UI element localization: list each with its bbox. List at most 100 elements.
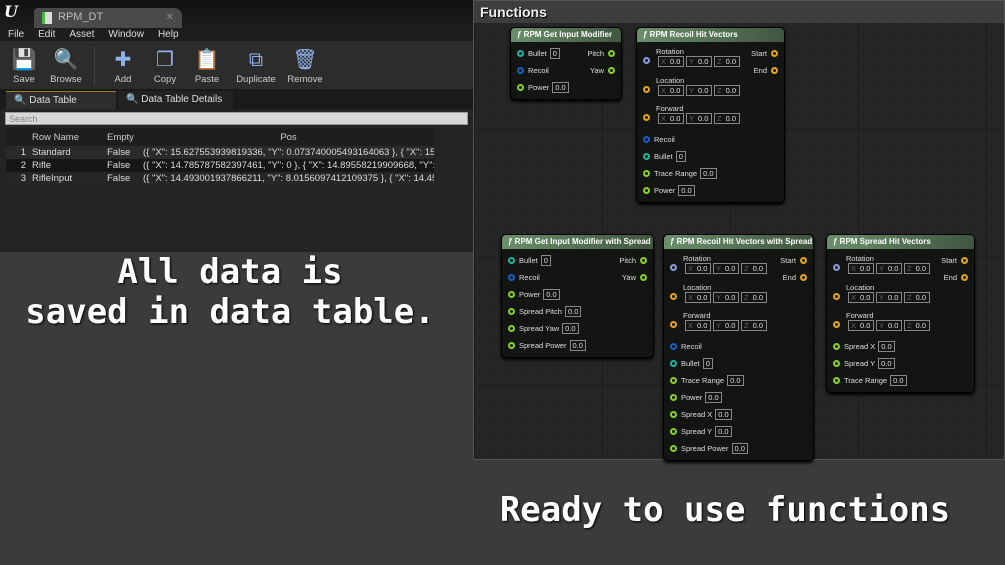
input-pin-icon[interactable] <box>670 321 677 328</box>
copy-button[interactable]: ❐ Copy <box>147 46 183 85</box>
value-field[interactable]: 0.0 <box>678 184 695 196</box>
function-node[interactable]: ƒ RPM Recoil Hit Vectors with Spread Rota… <box>663 234 814 461</box>
tab-data-table[interactable]: 🔍 Data Table <box>6 91 116 109</box>
browse-button[interactable]: 🔍 Browse <box>48 46 84 85</box>
input-pin-icon[interactable] <box>517 84 524 91</box>
value-field[interactable]: 0.0 <box>727 374 744 386</box>
vector-z-field[interactable]: Z 0.0 <box>904 320 930 331</box>
value-field[interactable]: 0 <box>549 48 560 59</box>
output-pin-icon[interactable] <box>640 257 647 264</box>
value-field[interactable]: 0.0 <box>543 289 560 300</box>
table-row[interactable]: 2 Rifle False({ "X": 14.785787582397461, "… <box>6 159 434 172</box>
input-pin-icon[interactable] <box>508 291 515 298</box>
column-header[interactable]: Empty <box>107 128 143 146</box>
output-pin-icon[interactable] <box>961 274 968 281</box>
input-pin-icon[interactable] <box>643 186 650 194</box>
value-field[interactable]: 0.0 <box>562 323 579 334</box>
table-row[interactable]: 3 RifleInput False({ "X": 14.4930019378662… <box>6 172 434 185</box>
input-pin-icon[interactable] <box>670 393 677 401</box>
menu-help[interactable]: Help <box>158 28 179 41</box>
value-field[interactable]: 0.0 <box>552 82 569 93</box>
input-pin-icon[interactable] <box>643 114 650 121</box>
duplicate-button[interactable]: ⧉ Duplicate <box>231 46 281 85</box>
value-field[interactable]: 0.0 <box>569 340 586 351</box>
search-input[interactable]: Search <box>5 112 468 125</box>
menu-edit[interactable]: Edit <box>38 28 55 41</box>
tab-data-table-details[interactable]: 🔍 Data Table Details <box>118 91 233 109</box>
vector-z-field[interactable]: Z 0.0 <box>741 291 767 303</box>
vector-x-field[interactable]: X 0.0 <box>848 263 874 274</box>
input-pin-icon[interactable] <box>643 85 650 93</box>
vector-z-field[interactable]: Z 0.0 <box>904 263 930 274</box>
input-pin-icon[interactable] <box>670 264 677 271</box>
value-field[interactable]: 0.0 <box>700 167 717 179</box>
input-pin-icon[interactable] <box>508 308 515 315</box>
document-tab[interactable]: RPM_DT ✕ <box>34 8 182 28</box>
value-field[interactable]: 0 <box>702 357 713 369</box>
vector-z-field[interactable]: Z 0.0 <box>714 113 740 124</box>
vector-x-field[interactable]: X 0.0 <box>848 320 874 331</box>
input-pin-icon[interactable] <box>643 135 650 143</box>
vector-x-field[interactable]: X 0.0 <box>658 56 684 67</box>
input-pin-icon[interactable] <box>508 274 515 281</box>
value-field[interactable]: 0.0 <box>705 391 722 403</box>
function-node[interactable]: ƒ RPM Get Input Modifier with Spread Bull… <box>501 234 654 358</box>
input-pin-icon[interactable] <box>833 342 840 350</box>
output-pin-icon[interactable] <box>608 67 615 74</box>
input-pin-icon[interactable] <box>508 325 515 332</box>
column-header[interactable] <box>6 128 32 146</box>
vector-y-field[interactable]: Y 0.0 <box>686 56 712 67</box>
input-pin-icon[interactable] <box>643 152 650 160</box>
add-button[interactable]: ✚ Add <box>105 46 141 85</box>
input-pin-icon[interactable] <box>670 292 677 300</box>
function-node[interactable]: ƒ RPM Recoil Hit Vectors Rotation X 0.0 Y 0.0… <box>636 27 785 203</box>
output-pin-icon[interactable] <box>800 257 807 264</box>
menu-asset[interactable]: Asset <box>69 28 94 41</box>
vector-x-field[interactable]: X 0.0 <box>658 84 684 96</box>
output-pin-icon[interactable] <box>771 50 778 57</box>
input-pin-icon[interactable] <box>670 342 677 350</box>
value-field[interactable]: 0.0 <box>731 442 748 454</box>
input-pin-icon[interactable] <box>833 359 840 367</box>
column-header[interactable]: Row Name <box>32 128 107 146</box>
vector-x-field[interactable]: X 0.0 <box>848 291 874 303</box>
remove-button[interactable]: 🗑 Remove <box>287 46 323 85</box>
output-pin-icon[interactable] <box>640 274 647 281</box>
value-field[interactable]: 0.0 <box>878 340 895 352</box>
function-node[interactable]: ƒ RPM Spread Hit Vectors Rotation X 0.0 Y 0.0… <box>826 234 975 393</box>
vector-x-field[interactable]: X 0.0 <box>685 263 711 274</box>
input-pin-icon[interactable] <box>670 359 677 367</box>
input-pin-icon[interactable] <box>833 376 840 384</box>
value-field[interactable]: 0 <box>540 255 551 266</box>
save-button[interactable]: 💾 Save <box>6 46 42 85</box>
vector-y-field[interactable]: Y 0.0 <box>713 263 739 274</box>
vector-x-field[interactable]: X 0.0 <box>685 320 711 331</box>
vector-z-field[interactable]: Z 0.0 <box>714 84 740 96</box>
column-header[interactable]: Pos <box>143 128 434 146</box>
vector-y-field[interactable]: Y 0.0 <box>713 291 739 303</box>
input-pin-icon[interactable] <box>833 264 840 271</box>
output-pin-icon[interactable] <box>608 50 615 57</box>
value-field[interactable]: 0.0 <box>564 306 582 317</box>
input-pin-icon[interactable] <box>670 444 677 452</box>
value-field[interactable]: 0 <box>675 150 686 162</box>
output-pin-icon[interactable] <box>771 67 778 74</box>
table-row[interactable]: 1 Standard False({ "X": 15.627553939819336… <box>6 146 434 159</box>
output-pin-icon[interactable] <box>800 274 807 281</box>
input-pin-icon[interactable] <box>670 410 677 418</box>
output-pin-icon[interactable] <box>961 257 968 264</box>
input-pin-icon[interactable] <box>508 342 515 349</box>
vector-x-field[interactable]: X 0.0 <box>658 113 684 124</box>
paste-button[interactable]: 📋 Paste <box>189 46 225 85</box>
input-pin-icon[interactable] <box>833 292 840 300</box>
vector-z-field[interactable]: Z 0.0 <box>741 263 767 274</box>
value-field[interactable]: 0.0 <box>890 374 907 386</box>
vector-z-field[interactable]: Z 0.0 <box>904 291 930 303</box>
vector-z-field[interactable]: Z 0.0 <box>714 56 740 67</box>
input-pin-icon[interactable] <box>643 57 650 64</box>
input-pin-icon[interactable] <box>517 50 524 57</box>
input-pin-icon[interactable] <box>517 67 524 74</box>
vector-x-field[interactable]: X 0.0 <box>685 291 711 303</box>
vector-y-field[interactable]: Y 0.0 <box>876 291 902 303</box>
input-pin-icon[interactable] <box>670 376 677 384</box>
